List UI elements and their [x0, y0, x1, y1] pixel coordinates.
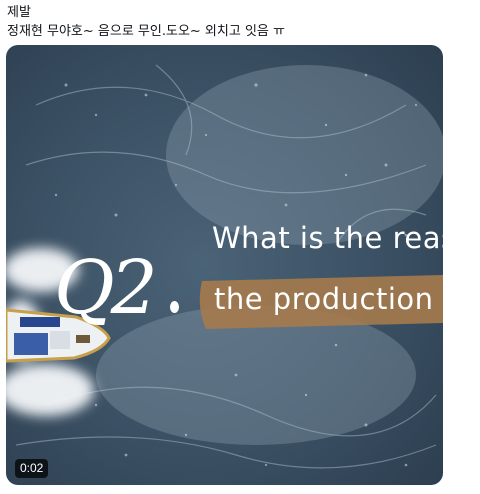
video-duration-badge: 0:02 — [15, 459, 49, 478]
video-caption-line-1: What is the reas — [212, 221, 443, 255]
tweet-text-line-2: 정재현 무야호~ 음으로 무인.도오~ 외치고 잇음 ㅠ — [7, 24, 285, 39]
question-dot — [170, 301, 179, 313]
tweet-text-line-1: 제발 — [7, 5, 31, 20]
video-caption-line-2: the production o — [214, 282, 443, 316]
question-number: Q2 — [54, 245, 158, 331]
video-player[interactable]: Q2 What is the reas the production o 0:0… — [6, 45, 443, 485]
tweet-text: 제발 정재현 무야호~ 음으로 무인.도오~ 외치고 잇음 ㅠ — [7, 3, 473, 41]
